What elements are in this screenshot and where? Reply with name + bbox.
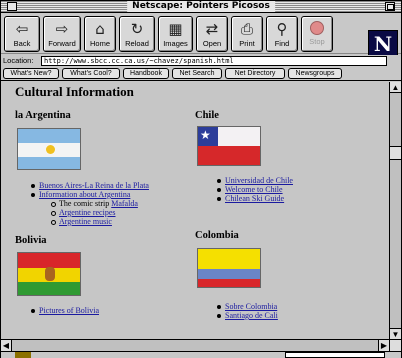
whats-cool-button[interactable]: What's Cool? xyxy=(62,68,120,79)
scroll-thumb[interactable] xyxy=(390,146,401,160)
print-label: Print xyxy=(239,39,255,48)
newsgroups-button[interactable]: Newsgroups xyxy=(288,68,342,79)
page-title: Cultural Information xyxy=(15,84,134,99)
list-item: The comic strip Mafalda xyxy=(29,199,149,208)
colombia-links: Sobre Colombia Santiago de Cali xyxy=(215,302,278,320)
net-search-button[interactable]: Net Search xyxy=(172,68,222,79)
url-field[interactable]: http://www.sbcc.cc.ca.us/~chavez/spanish… xyxy=(41,56,387,66)
link-argentine-recipes[interactable]: Argentine recipes xyxy=(59,208,116,217)
list-item: Universidad de Chile xyxy=(215,176,293,185)
home-button[interactable]: ⌂ Home xyxy=(84,16,116,52)
print-icon: ⎙ xyxy=(240,20,253,38)
list-item: Sobre Colombia xyxy=(215,302,278,311)
scroll-left-icon[interactable]: ◀ xyxy=(1,340,12,351)
list-item: Welcome to Chile xyxy=(215,185,293,194)
stop-label: Stop xyxy=(309,37,325,46)
security-key-icon xyxy=(15,352,31,358)
netscape-logo[interactable]: N xyxy=(368,30,398,58)
browser-window: Netscape: Pointers Picosos ⇦ Back ⇨ Forw… xyxy=(0,0,402,358)
link-welcome-chile[interactable]: Welcome to Chile xyxy=(225,185,283,194)
net-directory-button[interactable]: Net Directory xyxy=(225,68,285,79)
handbook-button[interactable]: Handbook xyxy=(123,68,169,79)
navigation-toolbar: ⇦ Back ⇨ Forward ⌂ Home ↻ Reload ▦ Image… xyxy=(1,14,401,58)
chile-links: Universidad de Chile Welcome to Chile Ch… xyxy=(215,176,293,203)
reload-button[interactable]: ↻ Reload xyxy=(119,16,155,52)
location-bar: Location: http://www.sbcc.cc.ca.us/~chav… xyxy=(1,55,401,67)
bolivia-heading: Bolivia xyxy=(15,235,47,246)
window-title: Netscape: Pointers Picosos xyxy=(127,1,275,12)
list-item: Argentine recipes xyxy=(29,208,149,217)
reload-label: Reload xyxy=(125,39,149,48)
comic-strip-text: The comic strip xyxy=(59,199,110,208)
list-item: Pictures of Bolivia xyxy=(29,306,99,315)
title-bar[interactable]: Netscape: Pointers Picosos xyxy=(1,1,401,13)
back-label: Back xyxy=(13,39,31,48)
images-icon: ▦ xyxy=(168,20,183,38)
link-santiago-cali[interactable]: Santiago de Cali xyxy=(225,311,278,320)
find-label: Find xyxy=(274,39,290,48)
link-pictures-bolivia[interactable]: Pictures of Bolivia xyxy=(39,306,99,315)
open-button[interactable]: ⇄ Open xyxy=(196,16,228,52)
star-icon: ★ xyxy=(200,128,211,142)
images-button[interactable]: ▦ Images xyxy=(158,16,193,52)
directory-bar: What's New? What's Cool? Handbook Net Se… xyxy=(1,67,401,81)
forward-arrow-icon: ⇨ xyxy=(55,20,69,38)
open-icon: ⇄ xyxy=(205,20,219,38)
vertical-scrollbar[interactable]: ▲ ▼ xyxy=(389,82,401,339)
link-argentine-music[interactable]: Argentine music xyxy=(59,217,112,226)
forward-button[interactable]: ⇨ Forward xyxy=(43,16,81,52)
list-item: Information about Argentina xyxy=(29,190,149,199)
chile-heading: Chile xyxy=(195,110,219,121)
images-label: Images xyxy=(163,39,188,48)
resize-grow-box[interactable] xyxy=(389,339,401,351)
home-label: Home xyxy=(89,39,110,48)
chile-flag: ★ xyxy=(197,126,261,166)
colombia-flag xyxy=(197,248,261,288)
find-icon: ⚲ xyxy=(276,20,288,38)
find-button[interactable]: ⚲ Find xyxy=(266,16,298,52)
open-label: Open xyxy=(202,39,222,48)
print-button[interactable]: ⎙ Print xyxy=(231,16,263,52)
back-arrow-icon: ⇦ xyxy=(15,20,29,38)
list-item: Chilean Ski Guide xyxy=(215,194,293,203)
bolivia-links: Pictures of Bolivia xyxy=(29,306,99,315)
scroll-down-icon[interactable]: ▼ xyxy=(390,328,401,339)
back-button[interactable]: ⇦ Back xyxy=(4,16,40,52)
forward-label: Forward xyxy=(48,39,76,48)
reload-icon: ↻ xyxy=(130,20,144,38)
list-item: Argentine music xyxy=(29,217,149,226)
link-universidad-chile[interactable]: Universidad de Chile xyxy=(225,176,293,185)
close-box[interactable] xyxy=(7,2,17,11)
whats-new-button[interactable]: What's New? xyxy=(3,68,59,79)
link-chilean-ski[interactable]: Chilean Ski Guide xyxy=(225,194,284,203)
stop-button[interactable]: Stop xyxy=(301,16,333,52)
zoom-box[interactable] xyxy=(385,2,395,11)
link-buenos-aires[interactable]: Buenos Aires-La Reina de la Plata xyxy=(39,181,149,190)
colombia-heading: Colombia xyxy=(195,230,239,241)
argentina-flag xyxy=(17,128,81,170)
location-label: Location: xyxy=(3,56,34,65)
list-item: Buenos Aires-La Reina de la Plata xyxy=(29,181,149,190)
horizontal-scrollbar[interactable]: ◀ ▶ xyxy=(1,339,389,351)
link-information-argentina[interactable]: Information about Argentina xyxy=(39,190,130,199)
stop-icon xyxy=(310,21,324,35)
argentina-heading: la Argentina xyxy=(15,110,71,121)
status-bar xyxy=(1,351,401,358)
argentina-links: Buenos Aires-La Reina de la Plata Inform… xyxy=(29,181,149,226)
home-icon: ⌂ xyxy=(95,20,105,38)
scroll-right-icon[interactable]: ▶ xyxy=(378,340,389,351)
status-progress-field xyxy=(285,352,385,358)
bolivia-flag xyxy=(17,252,81,296)
list-item: Santiago de Cali xyxy=(215,311,278,320)
scroll-up-icon[interactable]: ▲ xyxy=(390,82,401,93)
page-content: Cultural Information la Argentina Buenos… xyxy=(1,82,389,339)
link-sobre-colombia[interactable]: Sobre Colombia xyxy=(225,302,277,311)
link-mafalda[interactable]: Mafalda xyxy=(111,199,138,208)
